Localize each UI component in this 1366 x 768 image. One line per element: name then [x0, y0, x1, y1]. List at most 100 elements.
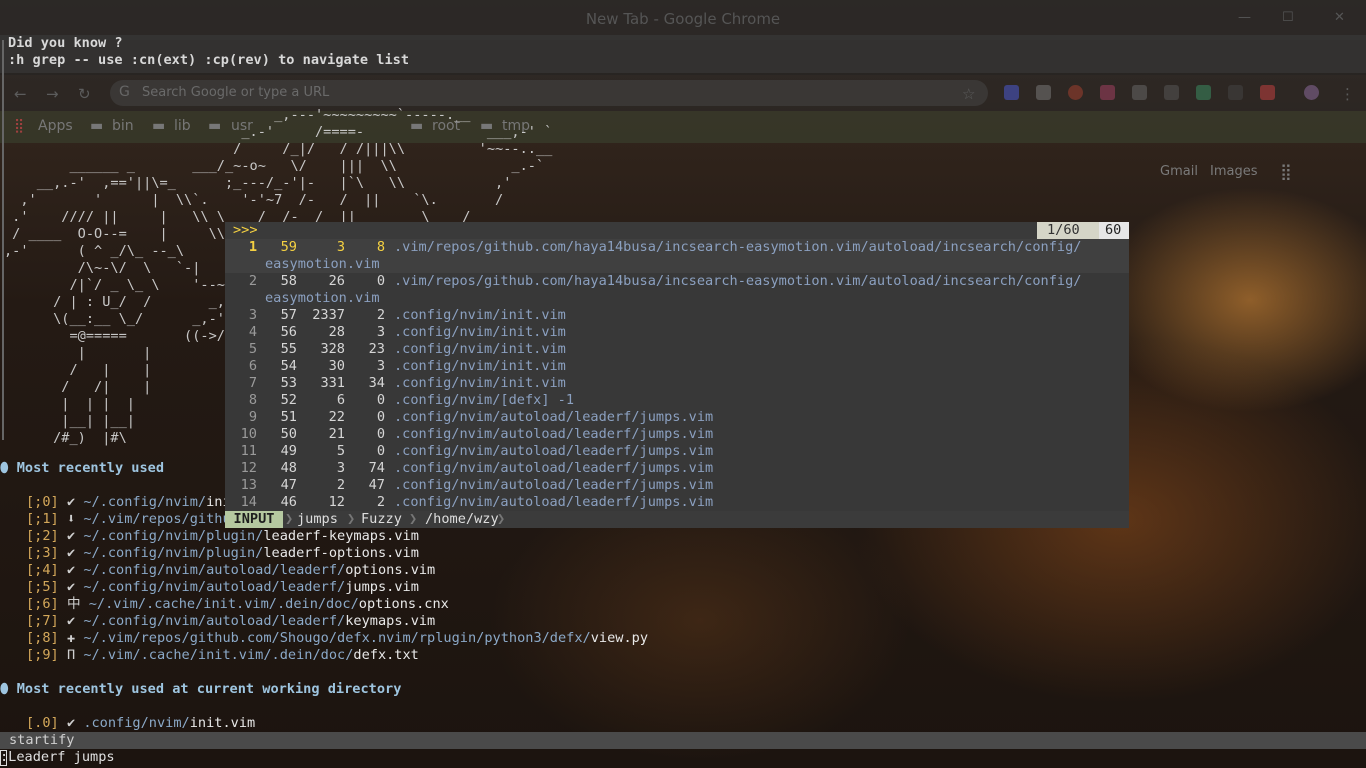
menu-dots-icon[interactable]: ⋮ — [1340, 85, 1355, 103]
leaderf-result-row[interactable]: 10 50 21 0 .config/nvim/autoload/leaderf/jum… — [225, 426, 1129, 443]
file-type-icon: ✔ — [66, 528, 76, 544]
jump-number: 52 — [280, 392, 297, 408]
extension-icon[interactable] — [1132, 85, 1147, 100]
jump-line: 26 — [328, 273, 345, 289]
jump-line: 2337 — [312, 307, 345, 323]
mru-item-file: jumps.vim — [345, 579, 419, 595]
jump-column: 3 — [376, 358, 385, 374]
jump-column: 34 — [368, 375, 385, 391]
mru-item-index: [;4] — [26, 562, 59, 578]
file-type-icon: ✔ — [66, 545, 76, 561]
extension-icon[interactable] — [1100, 85, 1115, 100]
file-type-icon: 中 — [66, 596, 81, 612]
leaderf-prompt-row[interactable] — [225, 222, 1129, 239]
leaderf-prompt[interactable]: >>> — [233, 222, 258, 239]
jump-line: 331 — [320, 375, 345, 391]
extension-icon[interactable] — [1228, 85, 1243, 100]
extension-icon[interactable] — [1196, 85, 1211, 100]
leaderf-result-row[interactable]: 11 49 5 0 .config/nvim/autoload/leaderf/jump… — [225, 443, 1129, 460]
leaderf-result-row[interactable]: 7 53 331 34 .config/nvim/init.vim — [225, 375, 1129, 392]
jump-file-path: .config/nvim/autoload/leaderf/jumps.vim — [394, 460, 714, 476]
jump-number: 56 — [280, 324, 297, 340]
jump-file-path: .config/nvim/init.vim — [394, 358, 566, 374]
leaderf-result-row[interactable]: 8 52 6 0 .config/nvim/[defx] -1 — [225, 392, 1129, 409]
extension-icon[interactable] — [1068, 85, 1083, 100]
bookmark-star-icon[interactable]: ☆ — [962, 85, 975, 103]
map-pin-icon: ⬮ — [0, 460, 17, 476]
jump-line: 3 — [336, 239, 345, 255]
jump-column: 0 — [376, 443, 385, 459]
jump-file-path-continued: easymotion.vim — [265, 256, 380, 272]
mru-item-dir: ~/.config/nvim/ — [83, 494, 207, 510]
extension-icon[interactable] — [1036, 85, 1051, 100]
jump-number: 57 — [280, 307, 297, 323]
jump-file-path: .config/nvim/autoload/leaderf/jumps.vim — [394, 477, 714, 493]
tip-heading: Did you know ? — [8, 35, 123, 51]
jump-line: 22 — [328, 409, 345, 425]
result-line-number: 5 — [248, 341, 257, 357]
jump-line: 30 — [328, 358, 345, 374]
vim-statusline — [0, 732, 1366, 749]
leaderf-result-row[interactable]: 9 51 22 0 .config/nvim/autoload/leaderf/jump… — [225, 409, 1129, 426]
mru-item-dir: .config/nvim/ — [83, 715, 190, 731]
jump-column: 2 — [376, 494, 385, 510]
mru-item-index: [;9] — [26, 647, 59, 663]
mru-item[interactable]: [;6] 中 ~/.vim/.cache/init.vim/.dein/doc/… — [26, 596, 449, 613]
jump-column: 0 — [376, 409, 385, 425]
leaderf-separator: ❯ — [497, 511, 506, 527]
leaderf-result-row[interactable]: 13 47 2 47 .config/nvim/autoload/leaderf/jum… — [225, 477, 1129, 494]
file-type-icon: ✚ — [66, 630, 76, 646]
result-line-number: 9 — [248, 409, 257, 425]
maximize-icon[interactable]: ☐ — [1282, 10, 1296, 25]
jump-file-path: .config/nvim/autoload/leaderf/jumps.vim — [394, 443, 714, 459]
jump-line: 12 — [328, 494, 345, 510]
extension-icon[interactable] — [1004, 85, 1019, 100]
leaderf-cwd: /home/wzy — [425, 511, 499, 527]
mru-section-header: ⬮ Most recently used — [0, 460, 164, 477]
mru-item[interactable]: [.0] ✔ .config/nvim/init.vim — [26, 715, 255, 732]
leaderf-result-row[interactable]: 4 56 28 3 .config/nvim/init.vim — [225, 324, 1129, 341]
gmail-link[interactable]: Gmail — [1160, 164, 1198, 179]
mru-item-file: options.vim — [345, 562, 436, 578]
mru-item[interactable]: [;2] ✔ ~/.config/nvim/plugin/leaderf-key… — [26, 528, 419, 545]
mru-item-index: [;6] — [26, 596, 59, 612]
jump-number: 48 — [280, 460, 297, 476]
images-link[interactable]: Images — [1210, 164, 1258, 179]
leaderf-result-row[interactable]: 5 55 328 23 .config/nvim/init.vim — [225, 341, 1129, 358]
leaderf-result-row-wrap: easymotion.vim — [225, 256, 1129, 273]
file-type-icon: ✔ — [66, 494, 76, 510]
leaderf-result-row[interactable]: 1 59 3 8 .vim/repos/github.com/haya14busa/in… — [225, 239, 1129, 256]
minimize-icon[interactable]: — — [1238, 10, 1252, 25]
leaderf-result-row[interactable]: 6 54 30 3 .config/nvim/init.vim — [225, 358, 1129, 375]
extension-icon[interactable] — [1260, 85, 1275, 100]
leaderf-total: 60 — [1105, 222, 1122, 238]
jump-number: 58 — [280, 273, 297, 289]
leaderf-result-row[interactable]: 3 57 2337 2 .config/nvim/init.vim — [225, 307, 1129, 324]
file-type-icon: ⬇ — [66, 511, 76, 527]
mru-item[interactable]: [;3] ✔ ~/.config/nvim/plugin/leaderf-opt… — [26, 545, 419, 562]
mru-item[interactable]: [;7] ✔ ~/.config/nvim/autoload/leaderf/k… — [26, 613, 435, 630]
jump-number: 50 — [280, 426, 297, 442]
leaderf-result-row[interactable]: 2 58 26 0 .vim/repos/github.com/haya14busa/i… — [225, 273, 1129, 290]
result-line-number: 7 — [248, 375, 257, 391]
extension-icon[interactable] — [1164, 85, 1179, 100]
apps-grid-icon[interactable]: ⣿ — [1280, 162, 1292, 181]
jump-file-path: .config/nvim/autoload/leaderf/jumps.vim — [394, 409, 714, 425]
jump-number: 53 — [280, 375, 297, 391]
leaderf-result-row[interactable]: 14 46 12 2 .config/nvim/autoload/leaderf/jum… — [225, 494, 1129, 511]
mru-item[interactable]: [;4] ✔ ~/.config/nvim/autoload/leaderf/o… — [26, 562, 435, 579]
profile-avatar[interactable] — [1304, 85, 1319, 100]
result-line-number: 3 — [248, 307, 257, 323]
jump-line: 2 — [336, 477, 345, 493]
command-line[interactable]: :Leaderf jumps — [0, 749, 115, 766]
mru-item[interactable]: [;5] ✔ ~/.config/nvim/autoload/leaderf/j… — [26, 579, 419, 596]
map-pin-icon: ⬮ — [0, 681, 17, 697]
mru-item[interactable]: [;1] ⬇ ~/.vim/repos/githu — [26, 511, 231, 528]
leaderf-separator: ❯ — [347, 511, 356, 527]
mru-item[interactable]: [;8] ✚ ~/.vim/repos/github.com/Shougo/de… — [26, 630, 648, 647]
close-icon[interactable]: ✕ — [1334, 10, 1348, 25]
mru-item[interactable]: [;9] Π ~/.vim/.cache/init.vim/.dein/doc/… — [26, 647, 419, 664]
mru-item[interactable]: [;0] ✔ ~/.config/nvim/ini — [26, 494, 231, 511]
leaderf-result-row[interactable]: 12 48 3 74 .config/nvim/autoload/leaderf/jum… — [225, 460, 1129, 477]
jump-file-path: .vim/repos/github.com/haya14busa/incsear… — [394, 239, 1082, 255]
